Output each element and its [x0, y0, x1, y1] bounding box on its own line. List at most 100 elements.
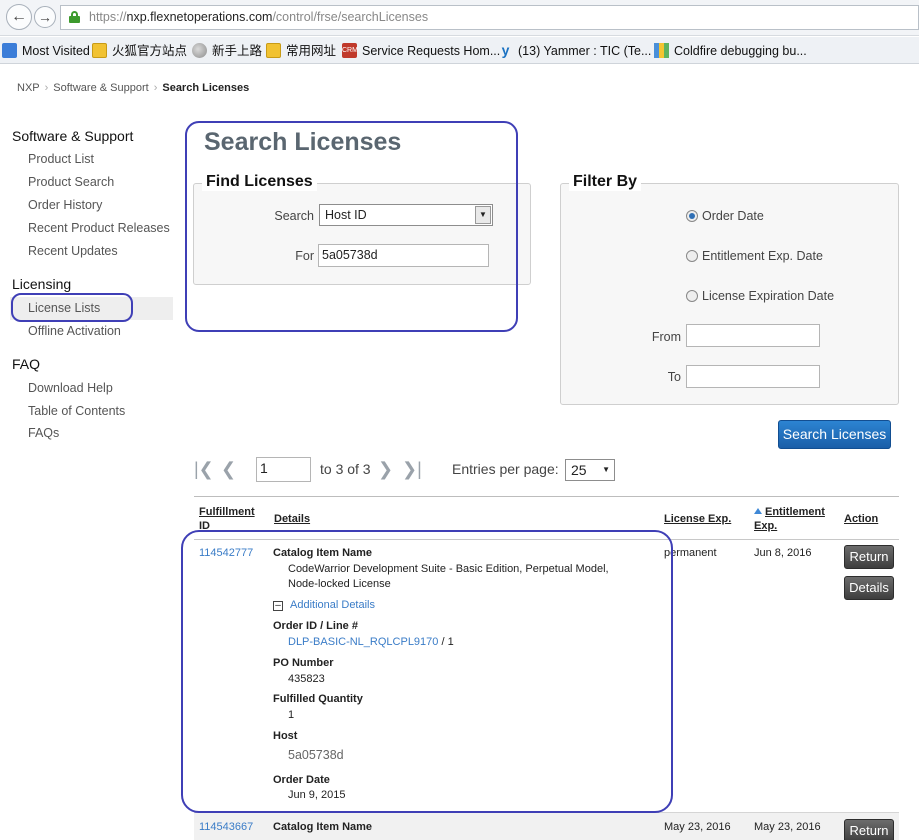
po-number-label: PO Number [273, 657, 334, 669]
last-page-icon[interactable]: ❯| [402, 459, 422, 479]
catalog-item-line1: CodeWarrior Development Suite - Basic Ed… [288, 563, 609, 575]
radio-entitlement-exp-date[interactable]: Entitlement Exp. Date [686, 249, 823, 263]
host-label: Host [273, 730, 298, 742]
entitlement-exp-value: Jun 8, 2016 [754, 547, 812, 559]
entries-per-page-select[interactable]: 25 ▼ [565, 459, 615, 481]
bookmark-coldfire[interactable]: Coldfire debugging bu... [654, 42, 807, 60]
lock-icon [69, 11, 80, 23]
from-label: From [651, 330, 681, 344]
page-number-input[interactable]: 1 [256, 457, 311, 482]
to-label: To [667, 370, 681, 384]
breadcrumb-current: Search Licenses [162, 82, 250, 94]
bookmark-label: 常用网址 [286, 44, 337, 58]
bookmark-yammer[interactable]: y (13) Yammer : TIC (Te... [498, 42, 652, 60]
license-exp-value: permanent [664, 547, 717, 559]
sidebar-item-recent-updates[interactable]: Recent Updates [28, 244, 118, 258]
sidebar-heading-faq: FAQ [12, 356, 41, 372]
search-for-input[interactable]: 5a05738d [318, 244, 489, 267]
sidebar-item-recent-product-releases[interactable]: Recent Product Releases [28, 221, 170, 235]
bookmark-most-visited[interactable]: Most Visited [2, 42, 90, 60]
entitlement-exp-value: May 23, 2016 [754, 821, 821, 833]
previous-page-icon[interactable]: ❮ [221, 459, 236, 479]
radio-label: Entitlement Exp. Date [702, 249, 823, 263]
page-title: Search Licenses [204, 128, 402, 156]
coldfire-icon [654, 43, 669, 58]
chevron-right-icon: › [153, 82, 158, 94]
sidebar-item-order-history[interactable]: Order History [28, 198, 102, 212]
most-visited-icon [2, 43, 17, 58]
bookmark-common-sites[interactable]: 常用网址 [266, 42, 336, 60]
bookmarks-bar: Most Visited 火狐官方站点 新手上路 常用网址 CRM Service… [0, 37, 919, 64]
catalog-item-line2: Node-locked License [288, 578, 391, 590]
service-request-icon: CRM [342, 43, 358, 58]
breadcrumb-nxp[interactable]: NXP [17, 82, 40, 94]
radio-license-expiration-date[interactable]: License Expiration Date [686, 289, 834, 303]
search-type-select[interactable]: Host ID ▼ [319, 204, 493, 226]
radio-label: Order Date [702, 209, 764, 223]
globe-icon [192, 43, 207, 58]
order-date-value: Jun 9, 2015 [288, 789, 346, 801]
bookmark-label: Service Requests Hom... [362, 44, 501, 58]
bookmark-label: (13) Yammer : TIC (Te... [518, 44, 652, 58]
host-value: 5a05738d [288, 748, 344, 762]
sidebar-item-license-lists[interactable]: License Lists [10, 297, 173, 320]
header-details[interactable]: Details [274, 512, 310, 526]
search-label: Search [274, 209, 314, 223]
dropdown-arrow-icon[interactable]: ▼ [475, 206, 491, 224]
sidebar-heading-software-support: Software & Support [12, 128, 134, 144]
return-button[interactable]: Return [844, 819, 894, 840]
chevron-right-icon: › [44, 82, 49, 94]
header-action: Action [844, 513, 879, 525]
url-scheme: https:// [89, 10, 127, 24]
order-id-link[interactable]: DLP-BASIC-NL_RQLCPL9170 [288, 636, 438, 648]
radio-unselected-icon [686, 290, 698, 302]
find-licenses-panel [193, 183, 531, 285]
order-date-label: Order Date [273, 774, 330, 786]
sidebar-item-product-search[interactable]: Product Search [28, 175, 114, 189]
forward-arrow-icon[interactable]: → [34, 6, 56, 28]
header-fulfillment-id[interactable]: Fulfillment ID [199, 505, 255, 533]
table-header: Fulfillment ID Details License Exp. Entit… [194, 496, 899, 540]
breadcrumb-software-support[interactable]: Software & Support [53, 82, 148, 94]
to-date-input[interactable] [686, 365, 820, 388]
page-count-text: to 3 of 3 [320, 461, 371, 477]
url-host: nxp.flexnetoperations.com [126, 10, 273, 24]
filter-by-legend: Filter By [569, 173, 642, 191]
from-date-input[interactable] [686, 324, 820, 347]
bookmark-label: 新手上路 [212, 44, 263, 58]
return-button[interactable]: Return [844, 545, 894, 569]
find-licenses-legend: Find Licenses [202, 173, 317, 191]
sidebar-item-table-of-contents[interactable]: Table of Contents [28, 404, 125, 418]
fulfillment-id-link[interactable]: 114543667 [199, 820, 253, 835]
fulfillment-id-link[interactable]: 114542777 [199, 546, 253, 561]
additional-details-link[interactable]: Additional Details [290, 598, 375, 613]
catalog-item-label: Catalog Item Name [273, 547, 373, 559]
browser-toolbar: ← → https://nxp.flexnetoperations.com/co… [0, 0, 919, 36]
back-arrow-icon[interactable]: ← [6, 4, 32, 30]
first-page-icon[interactable]: |❮ [194, 459, 214, 479]
details-button[interactable]: Details [844, 576, 894, 600]
sidebar-item-offline-activation[interactable]: Offline Activation [28, 324, 121, 338]
sidebar-item-download-help[interactable]: Download Help [28, 381, 113, 395]
next-page-icon[interactable]: ❯ [378, 459, 393, 479]
entries-per-page-label: Entries per page: [452, 461, 559, 477]
bookmark-getting-started[interactable]: 新手上路 [192, 42, 262, 60]
bookmark-label: 火狐官方站点 [112, 44, 188, 58]
header-license-exp[interactable]: License Exp. [664, 512, 731, 526]
sidebar-item-product-list[interactable]: Product List [28, 152, 94, 166]
url-bar[interactable]: https://nxp.flexnetoperations.com/contro… [60, 5, 919, 30]
radio-selected-icon [686, 210, 698, 222]
for-label: For [295, 249, 314, 263]
radio-order-date[interactable]: Order Date [686, 209, 764, 223]
sort-ascending-icon [754, 508, 762, 514]
folder-icon [266, 43, 281, 58]
bookmark-service-requests[interactable]: CRM Service Requests Hom... [342, 42, 500, 60]
sidebar-item-faqs[interactable]: FAQs [28, 426, 59, 440]
collapse-icon[interactable]: – [273, 601, 283, 611]
header-entitlement-exp[interactable]: Entitlement Exp. [754, 505, 825, 533]
search-licenses-button[interactable]: Search Licenses [778, 420, 891, 449]
order-id-label: Order ID / Line # [273, 620, 358, 632]
fulfilled-quantity-value: 1 [288, 709, 295, 721]
bookmark-firefox-official[interactable]: 火狐官方站点 [92, 42, 187, 60]
po-number-value: 435823 [288, 673, 325, 685]
